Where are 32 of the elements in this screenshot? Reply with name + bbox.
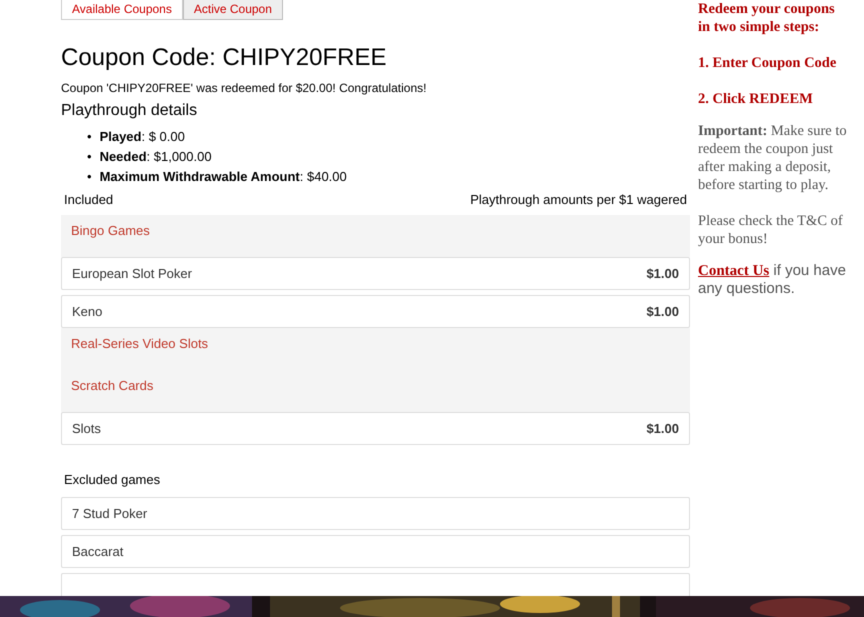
excluded-game: Baccarat <box>61 535 690 568</box>
terms-note: Please check the T&C of your bonus! <box>698 212 844 248</box>
column-header: Playthrough amounts per $1 wagered <box>470 191 687 209</box>
contact-link[interactable]: Contact Us <box>698 263 770 279</box>
game-name: Slots <box>72 420 101 438</box>
tab[interactable]: Available Coupons <box>61 0 183 20</box>
bullet: • <box>87 148 92 166</box>
playthrough-heading: Playthrough details <box>61 101 198 121</box>
excluded-game: 7 Stud Poker <box>61 497 690 530</box>
playthrough-item: Played: $ 0.00 <box>100 128 185 146</box>
game-name: Keno <box>72 302 102 321</box>
contact-note: Contact Us if you have any questions. <box>698 262 847 298</box>
step-text: 1. Enter Coupon Code <box>698 54 838 72</box>
category-header: Scratch Cards <box>61 370 690 412</box>
steps-heading: Redeem your coupons in two simple steps: <box>698 0 836 36</box>
playthrough-item: Needed: $1,000.00 <box>100 148 212 166</box>
column-header: Included <box>64 191 114 209</box>
bullet: • <box>87 128 92 146</box>
step-text: 2. Click REDEEM <box>698 90 814 108</box>
important-note: Important: Make sure to redeem the coupon just after making a deposit, before starting to play. <box>698 122 848 194</box>
category-header: Real-Series Video Slots <box>61 328 690 370</box>
tab[interactable]: Active Coupon <box>182 0 283 20</box>
game-amount: $1.00 <box>646 420 679 438</box>
game-amount: $1.00 <box>646 264 679 283</box>
game-amount: $1.00 <box>646 302 679 321</box>
category-header: Bingo Games <box>61 215 690 257</box>
bullet: • <box>87 168 92 186</box>
coupon-title: Coupon Code: CHIPY20FREE <box>61 44 388 72</box>
redeem-message: Coupon 'CHIPY20FREE' was redeemed for $20.00! Congratulations! <box>61 80 428 96</box>
excluded-heading: Excluded games <box>63 471 162 489</box>
game-name: European Slot Poker <box>72 264 192 283</box>
playthrough-item: Maximum Withdrawable Amount: $40.00 <box>100 168 347 186</box>
